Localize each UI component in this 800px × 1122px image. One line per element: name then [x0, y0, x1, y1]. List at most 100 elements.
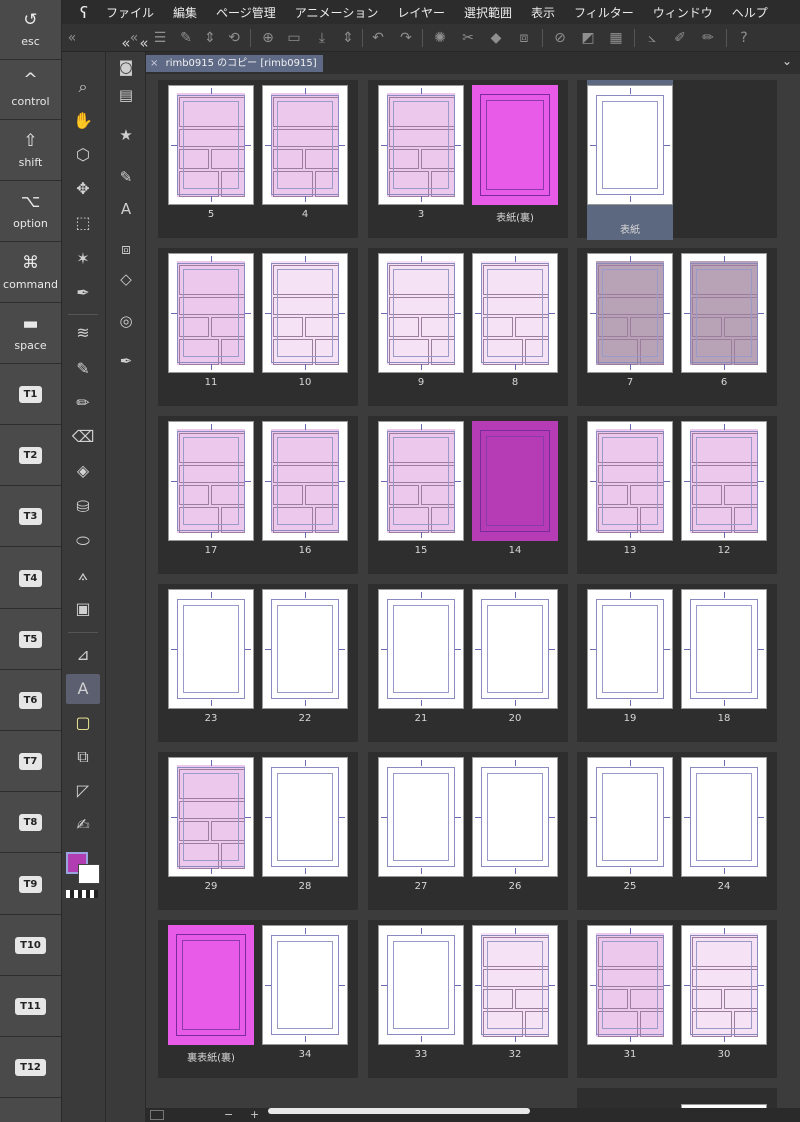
- vertical-scrollbar[interactable]: [788, 74, 796, 1108]
- key-t8[interactable]: T8: [0, 793, 61, 854]
- magic-wand-icon[interactable]: ✶: [66, 244, 100, 274]
- page-thumbnail[interactable]: 16: [262, 421, 348, 564]
- blend-icon[interactable]: ⬭: [66, 526, 100, 556]
- key-t5[interactable]: T5: [0, 610, 61, 670]
- export-icon[interactable]: ⤓: [312, 28, 332, 48]
- timeline-icon[interactable]: ▤: [110, 80, 142, 110]
- eraser-icon[interactable]: ⌫: [66, 422, 100, 452]
- menu-animation[interactable]: アニメーション: [295, 4, 379, 21]
- frame-border-icon[interactable]: ⧉: [66, 742, 100, 772]
- page-thumbnail[interactable]: 表紙(裏): [472, 85, 558, 228]
- key-control[interactable]: ^ control: [0, 60, 61, 120]
- navigator-icon[interactable]: ◙: [110, 52, 142, 82]
- page-thumbnail[interactable]: 22: [262, 589, 348, 732]
- eyedropper-icon[interactable]: ✒: [66, 278, 100, 308]
- menu-window[interactable]: ウィンドウ: [653, 4, 713, 21]
- page-thumbnail[interactable]: 27: [378, 757, 464, 900]
- fill-tool-icon[interactable]: ◈: [66, 456, 100, 486]
- menu-help[interactable]: ヘルプ: [732, 4, 768, 21]
- open-folder-icon[interactable]: ▭: [284, 28, 304, 48]
- page-thumbnail[interactable]: 15: [378, 421, 464, 564]
- gradient-icon[interactable]: ▣: [66, 594, 100, 624]
- tool-property-icon[interactable]: A: [110, 194, 142, 224]
- close-tab-icon[interactable]: ×: [150, 58, 158, 69]
- brush-preview-icon[interactable]: ≋: [66, 318, 100, 348]
- key-command[interactable]: ⌘ command: [0, 243, 61, 303]
- page-settings-icon[interactable]: ✎: [176, 28, 196, 48]
- key-option[interactable]: ⌥ option: [0, 182, 61, 242]
- page-thumbnail[interactable]: 20: [472, 589, 558, 732]
- page-thumbnail[interactable]: 9: [378, 253, 464, 396]
- app-logo-icon[interactable]: ʕ: [62, 3, 106, 22]
- page-thumbnail[interactable]: 12: [681, 421, 767, 564]
- rotate-icon[interactable]: ⟲: [224, 28, 244, 48]
- horizontal-scrollbar[interactable]: [268, 1108, 530, 1114]
- new-file-icon[interactable]: ⊕: [258, 28, 278, 48]
- stepper-icon[interactable]: ⇕: [200, 28, 220, 48]
- pencil-icon[interactable]: ✏: [66, 388, 100, 418]
- brush-size-icon[interactable]: ✒: [110, 346, 142, 376]
- collapse-left-icon[interactable]: «: [62, 28, 82, 48]
- page-thumbnail[interactable]: 23: [168, 589, 254, 732]
- sub-color-swatch[interactable]: [78, 864, 100, 884]
- key-t7[interactable]: T7: [0, 732, 61, 793]
- page-thumbnail[interactable]: 25: [587, 757, 673, 900]
- menu-layer[interactable]: レイヤー: [397, 4, 445, 21]
- page-thumbnail[interactable]: 24: [681, 757, 767, 900]
- crop-icon[interactable]: ⧈: [514, 28, 534, 48]
- object-icon[interactable]: ⬡: [66, 140, 100, 170]
- export-stepper-icon[interactable]: ⇕: [338, 28, 358, 48]
- page-thumbnail[interactable]: 28: [262, 757, 348, 900]
- ruler-tool-icon[interactable]: ◸: [66, 776, 100, 806]
- key-t1[interactable]: T1: [0, 365, 61, 425]
- move-icon[interactable]: ✥: [66, 174, 100, 204]
- text-tool-icon[interactable]: A: [66, 674, 100, 704]
- menu-page-management[interactable]: ページ管理: [216, 4, 276, 21]
- key-t9[interactable]: T9: [0, 855, 61, 915]
- undo-icon[interactable]: ↶: [368, 28, 388, 48]
- page-thumbnail[interactable]: 10: [262, 253, 348, 396]
- page-thumbnail[interactable]: 裏表紙(裏): [168, 925, 254, 1068]
- clear-icon[interactable]: ✂: [458, 28, 478, 48]
- page-thumbnail[interactable]: 34: [262, 925, 348, 1068]
- page-thumbnail[interactable]: 33: [378, 925, 464, 1068]
- menu-view[interactable]: 表示: [531, 4, 555, 21]
- selection-icon[interactable]: ⬚: [66, 208, 100, 238]
- page-thumbnail[interactable]: 19: [587, 589, 673, 732]
- balloon-icon[interactable]: ▢: [66, 708, 100, 738]
- page-thumbnail[interactable]: 31: [587, 925, 673, 1068]
- hand-icon[interactable]: ✋: [66, 106, 100, 136]
- menu-filter[interactable]: フィルター: [574, 4, 634, 21]
- fit-view-icon[interactable]: [150, 1110, 164, 1120]
- key-t4[interactable]: T4: [0, 549, 61, 609]
- correct-line-icon[interactable]: ✏: [698, 28, 718, 48]
- key-t2[interactable]: T2: [0, 426, 61, 487]
- page-thumbnail[interactable]: 5: [168, 85, 254, 228]
- page-thumbnail[interactable]: 17: [168, 421, 254, 564]
- page-thumbnail[interactable]: 6: [681, 253, 767, 396]
- airbrush-icon[interactable]: ⛁: [66, 492, 100, 522]
- search-layer-icon[interactable]: ◎: [110, 306, 142, 336]
- menu-selection[interactable]: 選択範囲: [464, 4, 512, 21]
- page-thumbnail[interactable]: 18: [681, 589, 767, 732]
- material-icon[interactable]: ★: [110, 120, 142, 150]
- invert-selection-icon[interactable]: ◩: [578, 28, 598, 48]
- page-thumbnail[interactable]: 21: [378, 589, 464, 732]
- help-icon[interactable]: ?: [734, 28, 754, 48]
- zoom-icon[interactable]: ⌕: [66, 74, 100, 100]
- loading-icon[interactable]: ✺: [430, 28, 450, 48]
- key-t12[interactable]: T12: [0, 1038, 61, 1099]
- figure-icon[interactable]: ⊿: [66, 640, 100, 670]
- layer-icon[interactable]: ◇: [110, 264, 142, 294]
- layer-property-icon[interactable]: ⧈: [110, 234, 142, 264]
- page-thumbnail[interactable]: 14: [472, 421, 558, 564]
- key-shift[interactable]: ⇧ shift: [0, 121, 61, 181]
- key-esc[interactable]: ↺ esc: [0, 0, 61, 60]
- page-thumbnail[interactable]: 26: [472, 757, 558, 900]
- page-thumbnail[interactable]: 7: [587, 253, 673, 396]
- select-layer-icon[interactable]: ▦: [606, 28, 626, 48]
- page-thumbnail[interactable]: 29: [168, 757, 254, 900]
- menu-file[interactable]: ファイル: [106, 4, 154, 21]
- zoom-out-button[interactable]: −: [224, 1108, 233, 1122]
- transparent-color-swatch[interactable]: [66, 890, 98, 898]
